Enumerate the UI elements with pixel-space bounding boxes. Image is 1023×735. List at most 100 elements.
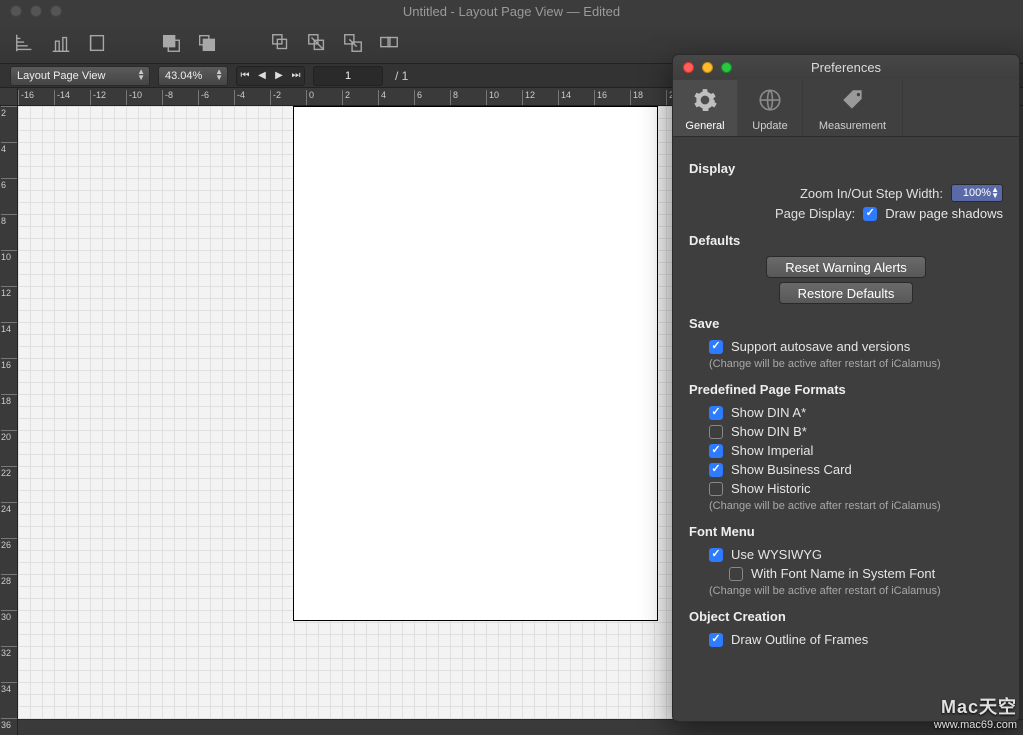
- ruler-v-tick: 16: [1, 358, 18, 370]
- wysiwyg-checkbox[interactable]: [709, 548, 723, 562]
- chevron-updown-icon: ▲▼: [215, 69, 223, 81]
- ruler-h-tick: 10: [486, 90, 499, 106]
- watermark: Mac天空 www.mac69.com: [934, 693, 1017, 731]
- layers-dup-icon[interactable]: [268, 30, 294, 56]
- wysiwyg-label: Use WYSIWYG: [731, 547, 822, 562]
- ruler-h-tick: -4: [234, 90, 245, 106]
- zoom-step-label: Zoom In/Out Step Width:: [800, 186, 943, 201]
- section-save: Save: [689, 316, 1003, 331]
- ruler-v-tick: 32: [1, 646, 18, 658]
- ruler-v-tick: 34: [1, 682, 18, 694]
- draw-outline-label: Draw Outline of Frames: [731, 632, 868, 647]
- view-mode-select[interactable]: Layout Page View ▲▼: [10, 66, 150, 86]
- titlebar: Untitled - Layout Page View — Edited: [0, 0, 1023, 22]
- section-formats: Predefined Page Formats: [689, 382, 1003, 397]
- tab-measurement-label: Measurement: [819, 120, 886, 132]
- view-mode-value: Layout Page View: [17, 70, 105, 82]
- autosave-checkbox[interactable]: [709, 340, 723, 354]
- historic-label: Show Historic: [731, 481, 810, 496]
- ruler-v-tick: 2: [1, 106, 18, 118]
- ruler-v-tick: 24: [1, 502, 18, 514]
- window-title: Untitled - Layout Page View — Edited: [0, 4, 1023, 19]
- system-font-label: With Font Name in System Font: [751, 566, 935, 581]
- ruler-h-tick: 0: [306, 90, 314, 106]
- grid-align-icon[interactable]: [12, 30, 38, 56]
- align-bottom-icon[interactable]: [48, 30, 74, 56]
- din-a-label: Show DIN A*: [731, 405, 806, 420]
- page-outline[interactable]: [293, 106, 658, 621]
- draw-outline-checkbox[interactable]: [709, 633, 723, 647]
- ruler-h-tick: -2: [270, 90, 281, 106]
- ruler-v-tick: 22: [1, 466, 18, 478]
- reset-warning-button[interactable]: Reset Warning Alerts: [766, 256, 926, 278]
- draw-shadows-checkbox[interactable]: [863, 207, 877, 221]
- ruler-h-tick: -6: [198, 90, 209, 106]
- prefs-body: Display Zoom In/Out Step Width: 100% ▲▼ …: [673, 137, 1019, 721]
- imperial-label: Show Imperial: [731, 443, 813, 458]
- ruler-v-tick: 18: [1, 394, 18, 406]
- din-b-checkbox[interactable]: [709, 425, 723, 439]
- ruler-h-tick: 2: [342, 90, 350, 106]
- prefs-titlebar: Preferences: [673, 55, 1019, 79]
- ruler-h-tick: -12: [90, 90, 106, 106]
- historic-checkbox[interactable]: [709, 482, 723, 496]
- imperial-checkbox[interactable]: [709, 444, 723, 458]
- section-defaults: Defaults: [689, 233, 1003, 248]
- zoom-step-select[interactable]: 100% ▲▼: [951, 184, 1003, 202]
- layers-arrow-icon[interactable]: [304, 30, 330, 56]
- page-mirror-icon[interactable]: [84, 30, 110, 56]
- formats-hint: (Change will be active after restart of …: [709, 500, 1003, 512]
- din-a-checkbox[interactable]: [709, 406, 723, 420]
- preferences-window: Preferences General Update Measurement D…: [672, 54, 1020, 722]
- tab-general[interactable]: General: [673, 80, 738, 136]
- prev-page-button[interactable]: ◀: [254, 70, 270, 81]
- ruler-v-tick: 12: [1, 286, 18, 298]
- ruler-v-tick: 6: [1, 178, 18, 190]
- system-font-checkbox[interactable]: [729, 567, 743, 581]
- section-font: Font Menu: [689, 524, 1003, 539]
- page-display-label: Page Display:: [775, 206, 855, 221]
- first-page-button[interactable]: ⏮: [237, 70, 253, 81]
- ruler-v-tick: 36: [1, 718, 18, 730]
- ruler-v-tick: 30: [1, 610, 18, 622]
- ruler-vertical[interactable]: 24681012141618202224262830323436: [0, 106, 18, 735]
- globe-icon: [757, 87, 783, 116]
- zoom-select[interactable]: 43.04% ▲▼: [158, 66, 228, 86]
- layers-merge-icon[interactable]: [376, 30, 402, 56]
- ruler-v-tick: 14: [1, 322, 18, 334]
- tab-update[interactable]: Update: [738, 80, 803, 136]
- zoom-step-value: 100%: [963, 187, 991, 199]
- tab-general-label: General: [685, 120, 724, 132]
- page-number-input[interactable]: [313, 66, 383, 86]
- last-page-button[interactable]: ⏭: [288, 70, 304, 81]
- gear-icon: [692, 87, 718, 116]
- chevron-updown-icon: ▲▼: [991, 187, 999, 199]
- next-page-button[interactable]: ▶: [271, 70, 287, 81]
- ruler-h-tick: 8: [450, 90, 458, 106]
- ruler-corner: [0, 88, 18, 106]
- ruler-h-tick: 6: [414, 90, 422, 106]
- prefs-tabbar: General Update Measurement: [673, 79, 1019, 137]
- page-total-label: / 1: [395, 69, 408, 83]
- stack-front-icon[interactable]: [158, 30, 184, 56]
- tab-measurement[interactable]: Measurement: [803, 80, 903, 136]
- ruler-h-tick: -10: [126, 90, 142, 106]
- business-card-checkbox[interactable]: [709, 463, 723, 477]
- restore-defaults-button[interactable]: Restore Defaults: [779, 282, 914, 304]
- prefs-title: Preferences: [673, 60, 1019, 75]
- din-b-label: Show DIN B*: [731, 424, 807, 439]
- draw-shadows-label: Draw page shadows: [885, 206, 1003, 221]
- stack-back-icon[interactable]: [194, 30, 220, 56]
- autosave-label: Support autosave and versions: [731, 339, 910, 354]
- font-hint: (Change will be active after restart of …: [709, 585, 1003, 597]
- layers-swap-icon[interactable]: [340, 30, 366, 56]
- ruler-h-tick: -8: [162, 90, 173, 106]
- section-object: Object Creation: [689, 609, 1003, 624]
- ruler-h-tick: 18: [630, 90, 643, 106]
- section-display: Display: [689, 161, 1003, 176]
- ruler-v-tick: 28: [1, 574, 18, 586]
- ruler-v-tick: 8: [1, 214, 18, 226]
- ruler-h-tick: 16: [594, 90, 607, 106]
- chevron-updown-icon: ▲▼: [137, 69, 145, 81]
- ruler-h-tick: -16: [18, 90, 34, 106]
